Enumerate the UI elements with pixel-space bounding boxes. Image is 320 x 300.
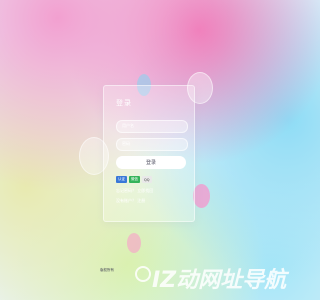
watermark-text: IZ动网址导航 <box>152 268 287 293</box>
qq-login-button[interactable]: QQ <box>142 176 152 183</box>
login-button-label: 登录 <box>145 160 156 166</box>
auth-login-button[interactable]: 认证 <box>116 176 127 183</box>
forgot-password-link[interactable]: 忘记密码？ 立即找回 <box>116 188 153 194</box>
password-placeholder: 密码 <box>122 141 130 146</box>
register-link[interactable]: 没有账户？ 注册 <box>116 198 145 204</box>
decorative-bubble <box>127 233 141 253</box>
username-placeholder: 用户名 <box>122 123 134 128</box>
login-button[interactable]: 登录 <box>116 156 186 169</box>
wechat-login-button[interactable]: 微信 <box>129 176 140 183</box>
username-input[interactable]: 用户名 <box>116 120 188 133</box>
watermark-logo-icon <box>135 266 151 282</box>
decorative-bubble <box>193 184 210 208</box>
footer-label: 版权所有 <box>100 268 114 272</box>
login-card: 登录 用户名 密码 登录 认证 微信 QQ 忘记密码？ 立即找回 没有账户？ 注… <box>103 85 195 222</box>
password-input[interactable]: 密码 <box>116 138 188 151</box>
social-login-badges: 认证 微信 QQ <box>116 176 152 183</box>
wechat-badge-label: 微信 <box>131 177 138 181</box>
qq-badge-label: QQ <box>144 177 150 182</box>
login-title: 登录 <box>116 99 132 107</box>
auth-badge-label: 认证 <box>118 177 125 181</box>
